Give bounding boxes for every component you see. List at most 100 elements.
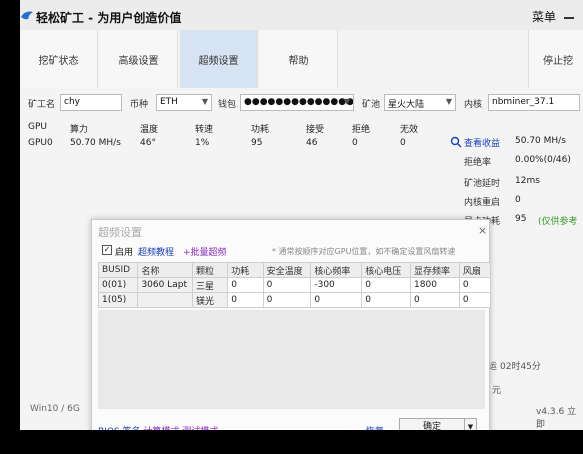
bird-logo-icon [20,8,34,22]
power-limit-input[interactable]: 0 [227,292,264,308]
search-icon [450,136,462,148]
wallet-label: 钱包 [218,100,237,110]
chevron-down-icon: ▼ [201,97,208,106]
tab-advanced-settings[interactable]: 高级设置 [100,30,178,88]
core-label: 内核 [464,100,483,110]
busid-header: BUSID [97,262,139,278]
close-icon[interactable]: × [478,224,487,237]
uptime-value: 02时45分 [500,362,541,372]
memory-chip-header: 颗粒 [191,262,229,278]
fan-header: 风扇 [458,262,492,278]
pool-select[interactable]: 星火大陆 ▼ [384,94,456,111]
pool-latency-label: 矿池延时 [464,179,501,189]
tutorial-link[interactable]: 超频教程 [138,245,174,258]
hashrate-header: 算力 [70,125,89,135]
mem-clock-input[interactable]: 0 [410,292,460,308]
table-row: 0(01) 3060 Lapt 三星 0 0 -300 0 1800 0 [97,277,492,293]
accepted-header: 接受 [306,125,325,135]
core-voltage-input[interactable]: 0 [361,277,412,293]
pool-latency-value: 12ms [515,176,540,186]
core-restart-value: 0 [515,195,521,205]
table-row[interactable]: GPU0 50.70 MH/s 46° 1% 95 46 0 0 [20,138,460,152]
core-clock-input[interactable]: 0 [310,292,363,308]
worker-input[interactable]: chy [60,94,122,111]
view-income-link[interactable]: 查看收益 [464,136,500,149]
coin-select[interactable]: ETH ▼ [156,94,212,111]
pool-label: 矿池 [362,100,381,110]
safe-temp-input[interactable]: 0 [262,292,312,308]
fan-input[interactable]: 0 [458,292,492,308]
accepted-cell: 46 [306,138,318,148]
gpu-name-cell: 3060 Lapt [137,277,193,293]
coin-select-value: ETH [160,97,178,107]
gpu-header: GPU [28,122,47,132]
fan-input[interactable]: 0 [458,277,492,293]
rejected-cell: 0 [352,138,358,148]
batch-overclock-link[interactable]: +批量超频 [183,245,227,258]
invalid-cell: 0 [400,138,406,148]
reject-rate-label: 拒绝率 [464,158,492,168]
pool-select-value: 星火大陆 [388,100,425,110]
hashrate-cell: 50.70 MH/s [70,138,121,148]
overclock-dialog: 超频设置 × ✓ 启用 超频教程 +批量超频 * 通常按顺序对应GPU位置，如不… [91,219,492,438]
table-empty-area [98,310,485,409]
memory-chip-cell: 镁光 [191,292,229,308]
busid-cell: 0(01) [97,277,139,293]
wallet-input[interactable]: ●●●●●●●●●●●●●●●●●● ▼ [240,94,354,111]
core-voltage-header: 核心电压 [361,262,412,278]
table-row: 1(05) 镁光 0 0 0 0 0 0 [97,292,492,308]
gpu-power-note: (仅供参考 [538,217,578,227]
rejected-header: 拒绝 [352,125,371,135]
power-cell: 95 [251,138,263,148]
worker-label: 矿工名 [28,100,56,110]
dialog-title: 超频设置 [98,226,142,239]
chevron-down-icon: ▼ [445,97,452,106]
gpu-name-cell [137,292,193,308]
stop-mining-button[interactable]: 停止挖 [528,30,583,88]
wallet-input-value: ●●●●●●●●●●●●●●●●●● [244,97,354,107]
background-area [30,430,583,454]
enable-label: 启用 [115,248,134,258]
name-header: 名称 [137,262,193,278]
gpu-cell: GPU0 [28,138,53,148]
core-select[interactable]: nbminer_37.1 [488,94,580,111]
os-info: Win10 / 6G [30,404,80,414]
title-bar: 轻松矿工 - 为用户创造价值 菜单 [20,0,583,30]
tab-mining-status[interactable]: 挖矿状态 [20,30,98,88]
tab-bar: 挖矿状态 高级设置 超频设置 帮助 停止挖 [20,30,583,88]
overclock-table: BUSID 名称 颗粒 功耗 安全温度 核心频率 核心电压 显存频率 风扇 0(… [97,262,492,308]
fan-header: 转速 [195,125,214,135]
temp-cell: 46° [140,138,156,148]
core-clock-input[interactable]: -300 [310,277,363,293]
core-voltage-input[interactable]: 0 [361,292,412,308]
fan-cell: 1% [195,138,210,148]
memory-chip-cell: 三星 [191,277,229,293]
invalid-header: 无效 [400,125,419,135]
gpu-power-value: 95 [515,214,527,224]
tab-overclock-settings[interactable]: 超频设置 [180,30,258,88]
app-title: 轻松矿工 - 为用户创造价值 [36,11,182,25]
mem-clock-header: 显存频率 [410,262,460,278]
safe-temp-header: 安全温度 [262,262,312,278]
gpu-table-header: GPU 算力 温度 转速 功耗 接受 拒绝 无效 [20,122,460,136]
power-header: 功耗 [251,125,270,135]
power-limit-header: 功耗 [227,262,264,278]
enable-checkbox[interactable]: ✓ [102,245,112,255]
table-header-row: BUSID 名称 颗粒 功耗 安全温度 核心频率 核心电压 显存频率 风扇 [97,262,492,278]
power-limit-input[interactable]: 0 [227,277,264,293]
order-note: * 通常按顺序对应GPU位置，如不确定设置风扇转速 [272,247,456,256]
coin-label: 币种 [130,100,149,110]
hashrate-value: 50.70 MH/s [515,136,566,146]
core-clock-header: 核心频率 [310,262,363,278]
menu-button[interactable]: 菜单 [532,8,556,25]
tab-help[interactable]: 帮助 [260,30,338,88]
dialog-options: ✓ 启用 超频教程 +批量超频 * 通常按顺序对应GPU位置，如不确定设置风扇转… [102,244,492,258]
temp-header: 温度 [140,125,159,135]
mem-clock-input[interactable]: 1800 [410,277,460,293]
busid-cell: 1(05) [97,292,139,308]
version-link[interactable]: v4.3.6 立即 [536,404,583,430]
minimize-icon[interactable] [562,8,576,22]
reject-rate-value: 0.00%(0/46) [515,155,571,165]
safe-temp-input[interactable]: 0 [262,277,312,293]
core-restart-label: 内核重启 [464,198,501,208]
